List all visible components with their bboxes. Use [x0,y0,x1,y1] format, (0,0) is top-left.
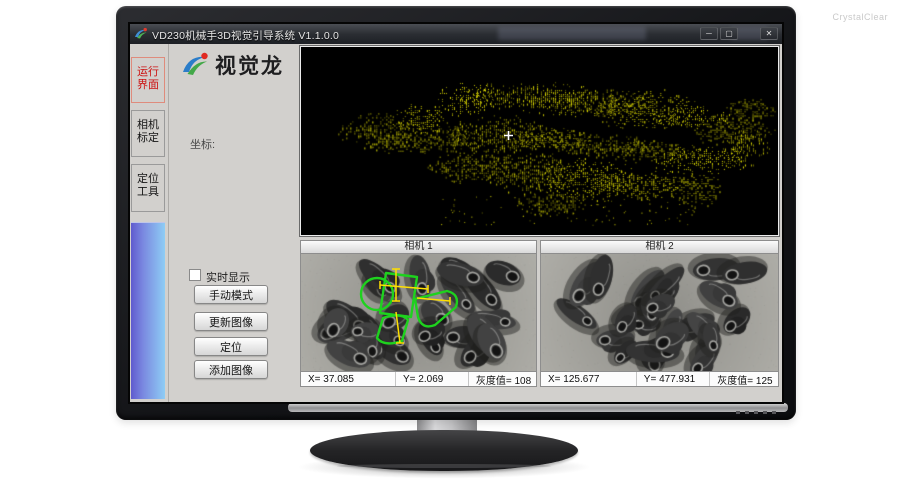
monitor-stand-base [310,430,578,471]
camera-2-statusbar: X= 125.677 Y= 477.931 灰度值= 125 [540,371,779,387]
coordinates-label: 坐标: [190,136,215,152]
camera-2-panel: 相机 2 X= 125.677 Y= 477.931 灰度值= 125 [540,240,779,387]
maximize-button[interactable]: ▢ [720,27,738,40]
camera-1-image[interactable] [300,254,537,371]
sidebar-divider [168,44,169,402]
brand-logo-icon [180,50,210,80]
camera-1-y-value: Y= 2.069 [395,372,468,386]
camera-2-canvas [541,254,778,371]
app-logo-icon [134,27,148,41]
add-image-button[interactable]: 添加图像 [194,360,268,379]
monitor-bezel: VD230机械手3D视觉引导系统 V1.1.0.0 ─ ▢ ✕ 运行界面 相机标… [116,6,796,420]
bezel-silver-strip [288,403,788,412]
camera-1-title: 相机 1 [300,240,537,254]
sidebar-tab-run-interface[interactable]: 运行界面 [131,57,165,103]
camera-2-gray-value: 灰度值= 125 [709,372,778,386]
sidebar-tab-camera-calibration[interactable]: 相机标定 [131,110,165,157]
locate-button[interactable]: 定位 [194,337,268,356]
sidebar-tab-positioning-tool[interactable]: 定位工具 [131,164,165,212]
window-title: VD230机械手3D视觉引导系统 V1.1.0.0 [152,28,339,43]
camera-1-panel: 相机 1 [300,240,537,387]
manual-mode-button[interactable]: 手动模式 [194,285,268,304]
camera-1-statusbar: X= 37.085 Y= 2.069 灰度值= 108 [300,371,537,387]
screen: VD230机械手3D视觉引导系统 V1.1.0.0 ─ ▢ ✕ 运行界面 相机标… [130,24,782,402]
camera-2-y-value: Y= 477.931 [636,372,709,386]
point-cloud-viewport[interactable] [300,46,779,236]
photo-background: CrystalClear VD230机械手3D视觉引导系统 V1.1.0.0 ─… [0,0,898,485]
osd-buttons[interactable] [736,411,776,414]
camera-2-title: 相机 2 [540,240,779,254]
realtime-display-checkbox[interactable] [189,269,201,281]
photo-watermark: CrystalClear [832,12,888,22]
point-cloud-canvas [301,47,778,235]
close-button[interactable]: ✕ [760,27,778,40]
camera-1-gray-value: 灰度值= 108 [468,372,536,386]
update-image-button[interactable]: 更新图像 [194,312,268,331]
mouse-cursor-icon [504,131,513,140]
sidebar-gradient-panel [131,222,165,399]
window-titlebar[interactable]: VD230机械手3D视觉引导系统 V1.1.0.0 ─ ▢ ✕ [130,24,782,44]
camera-1-x-value: X= 37.085 [301,372,395,386]
camera-2-image[interactable] [540,254,779,371]
brand-logo: 视觉龙 [180,50,284,80]
realtime-display-label: 实时显示 [206,269,250,285]
camera-2-x-value: X= 125.677 [541,372,636,386]
minimize-button[interactable]: ─ [700,27,718,40]
detection-overlay [301,254,536,371]
brand-logo-text: 视觉龙 [215,50,284,80]
blurred-window-title [498,27,646,40]
